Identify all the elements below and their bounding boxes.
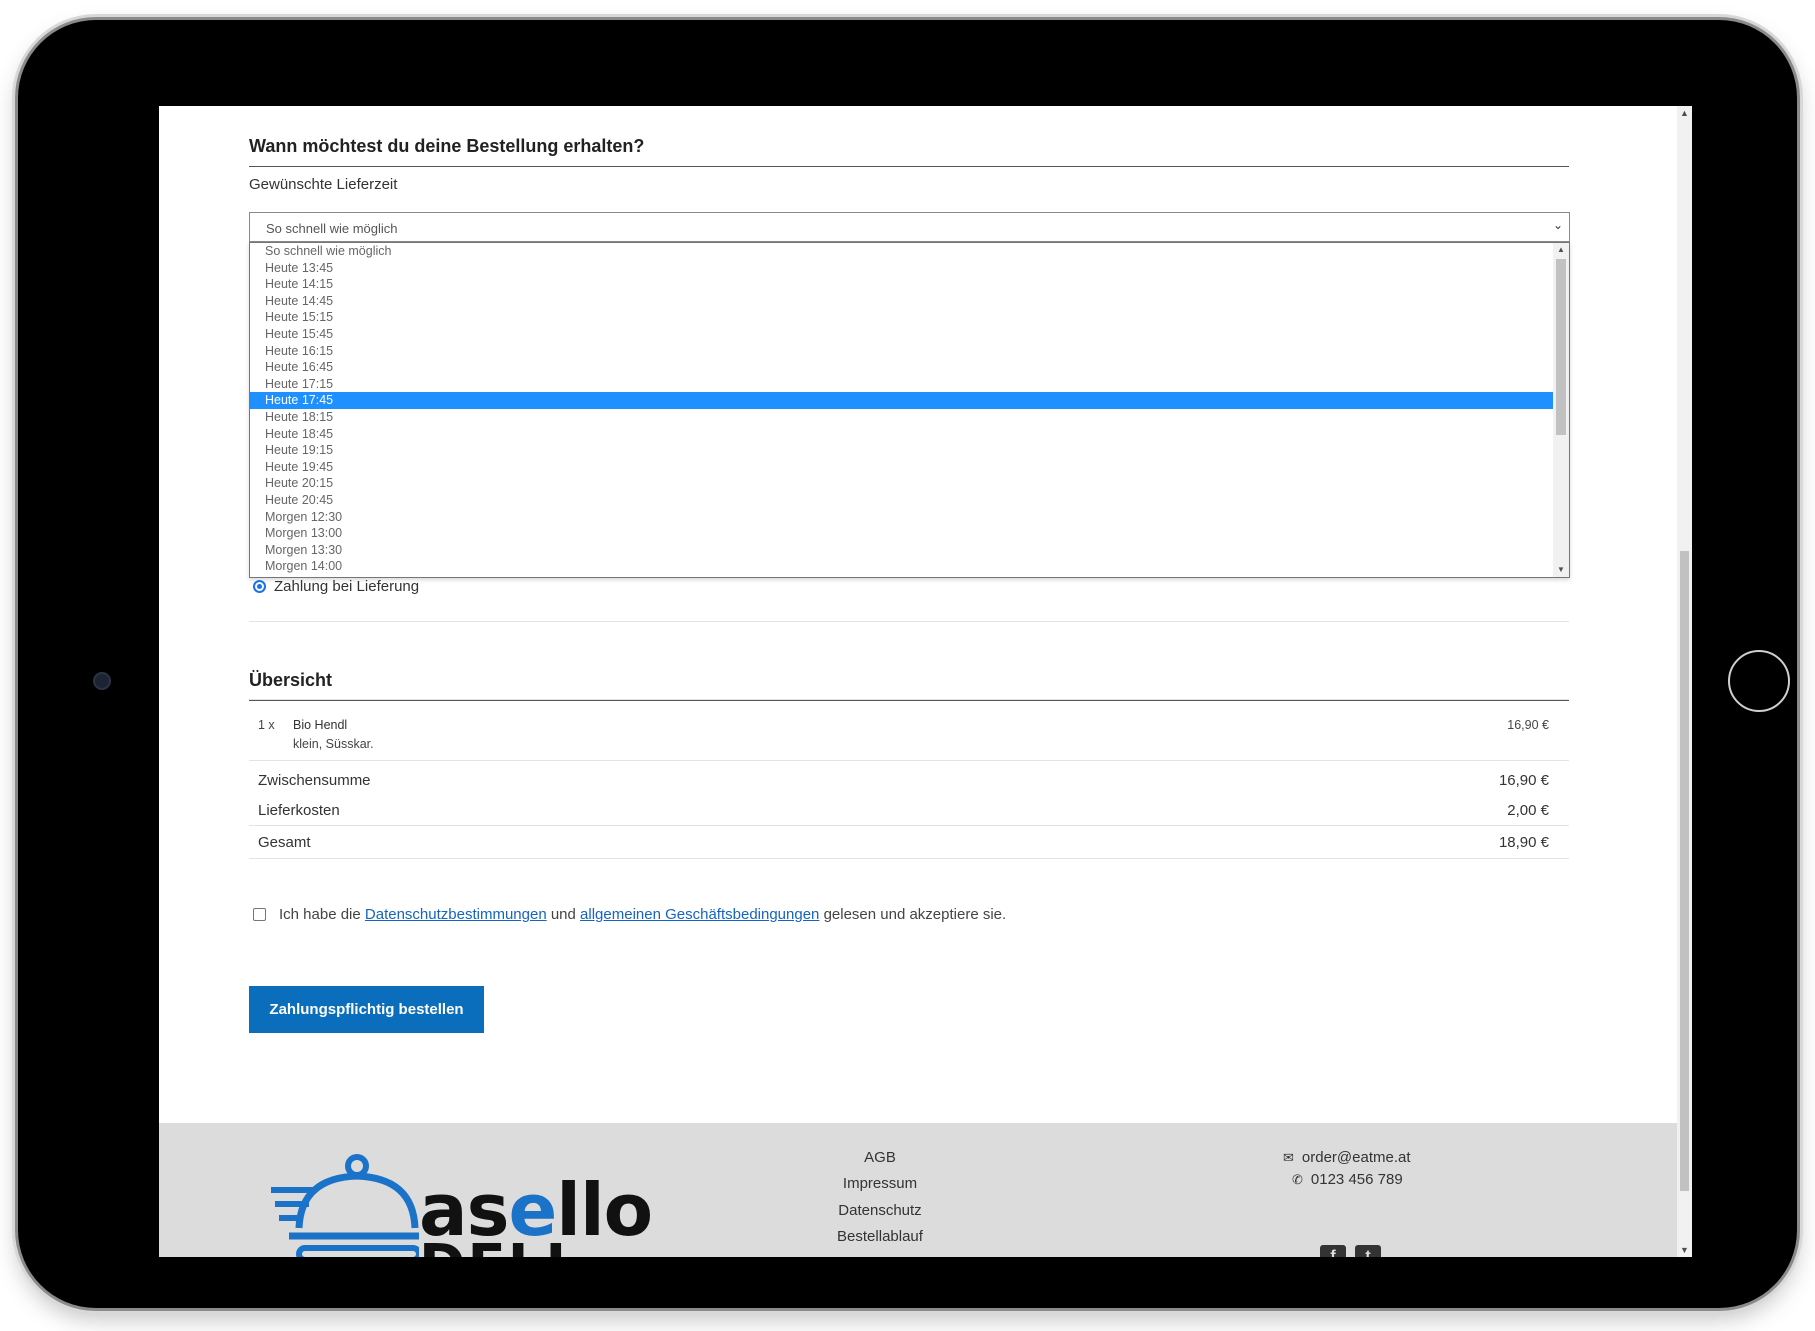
screen: Wann möchtest du deine Bestellung erhalt… xyxy=(159,106,1692,1257)
divider xyxy=(249,858,1569,859)
item-quantity: 1 x xyxy=(258,718,275,732)
asello-deli-logo: asello DELI xyxy=(269,1148,669,1257)
facebook-icon[interactable]: f xyxy=(1320,1245,1346,1257)
footer-email[interactable]: ✉ order@eatme.at xyxy=(1283,1149,1411,1166)
terms-prefix: Ich habe die xyxy=(279,906,361,923)
item-name: Bio Hendl xyxy=(293,718,348,732)
dropdown-option[interactable]: Heute 17:45 xyxy=(250,392,1555,409)
envelope-icon: ✉ xyxy=(1283,1149,1294,1165)
scroll-down-arrow-icon[interactable]: ▼ xyxy=(1677,1243,1692,1257)
dropdown-option[interactable]: Heute 13:45 xyxy=(250,260,1555,277)
dropdown-option[interactable]: Morgen 12:30 xyxy=(250,509,1555,526)
dropdown-option[interactable]: Heute 19:15 xyxy=(250,442,1555,459)
dropdown-option[interactable]: Heute 16:15 xyxy=(250,343,1555,360)
total-label: Gesamt xyxy=(258,834,311,851)
item-price: 16,90 € xyxy=(1507,718,1549,732)
payment-option-label: Zahlung bei Lieferung xyxy=(274,578,420,595)
page-scroll-thumb[interactable] xyxy=(1680,551,1689,1191)
dropdown-option[interactable]: Heute 18:45 xyxy=(250,426,1555,443)
footer-phone-text: 0123 456 789 xyxy=(1310,1171,1403,1188)
dropdown-option[interactable]: Heute 15:45 xyxy=(250,326,1555,343)
dropdown-option[interactable]: So schnell wie möglich xyxy=(250,243,1555,260)
delivery-time-selected-value: So schnell wie möglich xyxy=(266,221,398,236)
divider xyxy=(249,760,1569,761)
tablet-frame: Wann möchtest du deine Bestellung erhalt… xyxy=(18,20,1797,1308)
delivery-section-title: Wann möchtest du deine Bestellung erhalt… xyxy=(249,136,1569,167)
dropdown-scroll-thumb[interactable] xyxy=(1556,259,1566,435)
divider xyxy=(249,621,1569,622)
dropdown-option[interactable]: Morgen 13:00 xyxy=(250,525,1555,542)
item-options: klein, Süsskar. xyxy=(293,737,374,751)
dropdown-option[interactable]: Heute 16:45 xyxy=(250,359,1555,376)
footer-link-bestellablauf[interactable]: Bestellablauf xyxy=(787,1228,973,1245)
dropdown-option[interactable]: Heute 14:15 xyxy=(250,276,1555,293)
subtotal-label: Zwischensumme xyxy=(258,772,371,789)
logo-subtitle: DELI xyxy=(419,1233,568,1257)
dropdown-option[interactable]: Heute 20:15 xyxy=(250,475,1555,492)
dropdown-option-list: So schnell wie möglich Heute 13:45 Heute 1… xyxy=(250,243,1569,575)
dropdown-option[interactable]: Heute 15:15 xyxy=(250,309,1555,326)
dropdown-option[interactable]: Heute 14:45 xyxy=(250,293,1555,310)
chevron-down-icon: ⌄ xyxy=(1552,218,1563,232)
footer-email-text: order@eatme.at xyxy=(1301,1149,1411,1166)
footer-link-datenschutz[interactable]: Datenschutz xyxy=(787,1202,973,1219)
delivery-time-dropdown[interactable]: So schnell wie möglich Heute 13:45 Heute 1… xyxy=(249,242,1570,578)
total-value: 18,90 € xyxy=(1498,834,1549,851)
footer-link-impressum[interactable]: Impressum xyxy=(787,1175,973,1192)
divider xyxy=(249,825,1569,826)
scroll-up-arrow-icon[interactable]: ▲ xyxy=(1553,243,1569,257)
subtotal-value: 16,90 € xyxy=(1498,772,1549,789)
dropdown-scrollbar[interactable]: ▲ ▼ xyxy=(1553,243,1569,577)
dropdown-option[interactable]: Morgen 14:00 xyxy=(250,558,1555,575)
payment-radio[interactable] xyxy=(253,580,266,593)
phone-icon: ✆ xyxy=(1292,1171,1303,1187)
dropdown-option[interactable]: Heute 18:15 xyxy=(250,409,1555,426)
terms-middle: und xyxy=(550,906,576,923)
dropdown-option[interactable]: Heute 19:45 xyxy=(250,459,1555,476)
delivery-cost-value: 2,00 € xyxy=(1507,802,1549,819)
scroll-up-arrow-icon[interactable]: ▲ xyxy=(1677,106,1692,120)
checkout-page: Wann möchtest du deine Bestellung erhalt… xyxy=(159,106,1677,1257)
overview-section-title: Übersicht xyxy=(249,670,1569,701)
terms-conditions-link[interactable]: allgemeinen Geschäftsbedingungen xyxy=(580,906,819,923)
dropdown-option[interactable]: Heute 17:15 xyxy=(250,376,1555,393)
footer: asello DELI AGB Impressum Datenschutz Be… xyxy=(159,1123,1677,1257)
place-order-button[interactable]: Zahlungspflichtig bestellen xyxy=(249,986,484,1033)
divider xyxy=(249,699,1569,700)
page-scrollbar[interactable]: ▲ ▼ xyxy=(1677,106,1692,1257)
delivery-time-select[interactable]: So schnell wie möglich ⌄ xyxy=(249,212,1570,242)
camera-icon xyxy=(93,672,111,690)
footer-link-agb[interactable]: AGB xyxy=(787,1149,973,1166)
dropdown-option[interactable]: Heute 20:45 xyxy=(250,492,1555,509)
payment-option-cash[interactable]: Zahlung bei Lieferung xyxy=(253,578,419,595)
privacy-policy-link[interactable]: Datenschutzbestimmungen xyxy=(365,906,547,923)
delivery-cost-label: Lieferkosten xyxy=(258,802,340,819)
scroll-down-arrow-icon[interactable]: ▼ xyxy=(1553,563,1569,577)
cloche-icon xyxy=(271,1154,422,1257)
dropdown-option[interactable]: Morgen 13:30 xyxy=(250,542,1555,559)
accept-terms-text: Ich habe die Datenschutzbestimmungen und… xyxy=(279,906,1006,923)
twitter-icon[interactable]: t xyxy=(1355,1245,1381,1257)
footer-phone[interactable]: ✆ 0123 456 789 xyxy=(1292,1171,1403,1188)
home-button[interactable] xyxy=(1728,650,1790,712)
delivery-time-label: Gewünschte Lieferzeit xyxy=(249,176,398,193)
accept-terms-checkbox[interactable] xyxy=(253,908,266,921)
terms-suffix: gelesen und akzeptiere sie. xyxy=(823,906,1007,923)
